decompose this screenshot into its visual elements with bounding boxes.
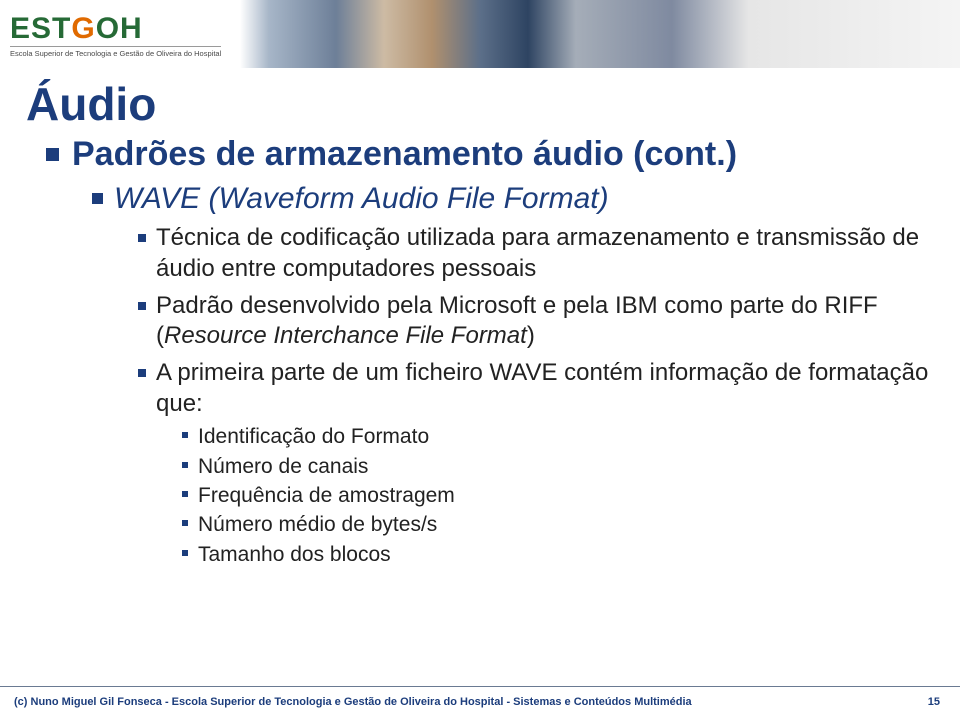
footer-text: (c) Nuno Miguel Gil Fonseca - Escola Sup… xyxy=(14,696,910,708)
bullet-list-level3: Técnica de codificação utilizada para ar… xyxy=(114,223,930,568)
bullet-list-level4: Identificação do Formato Número de canai… xyxy=(156,423,930,567)
bullet-l3-2-text: A primeira parte de um ficheiro WAVE con… xyxy=(156,359,928,417)
logo-g: G xyxy=(71,12,95,45)
logo-suffix: OH xyxy=(96,12,143,45)
bullet-l4: Frequência de amostragem xyxy=(182,482,930,509)
bullet-l3: A primeira parte de um ficheiro WAVE con… xyxy=(138,358,930,568)
slide-title: Áudio xyxy=(26,80,930,128)
bullet-l4: Identificação do Formato xyxy=(182,423,930,450)
bullet-l4-4-text: Tamanho dos blocos xyxy=(198,543,391,566)
bullet-l4-3-text: Número médio de bytes/s xyxy=(198,513,437,536)
bullet-l4-1-text: Número de canais xyxy=(198,455,368,478)
slide: ESTGOH Escola Superior de Tecnologia e G… xyxy=(0,0,960,716)
bullet-list-level2: WAVE (Waveform Audio File Format) Técnic… xyxy=(72,181,930,568)
bullet-l2-text: WAVE (Waveform Audio File Format) xyxy=(114,182,609,215)
bullet-l4: Tamanho dos blocos xyxy=(182,541,930,568)
bullet-l2: WAVE (Waveform Audio File Format) Técnic… xyxy=(92,181,930,568)
bullet-l3: Técnica de codificação utilizada para ar… xyxy=(138,223,930,284)
bullet-l3-0-text: Técnica de codificação utilizada para ar… xyxy=(156,224,919,282)
bullet-l3-1c-text: ) xyxy=(527,322,535,349)
bullet-l1-text: Padrões de armazenamento áudio (cont.) xyxy=(72,135,737,173)
bullet-l1: Padrões de armazenamento áudio (cont.) W… xyxy=(46,134,930,568)
footer: (c) Nuno Miguel Gil Fonseca - Escola Sup… xyxy=(0,686,960,716)
bullet-l4: Número médio de bytes/s xyxy=(182,511,930,538)
bullet-list-level1: Padrões de armazenamento áudio (cont.) W… xyxy=(26,134,930,568)
bullet-l3: Padrão desenvolvido pela Microsoft e pel… xyxy=(138,291,930,352)
bullet-l4-0-text: Identificação do Formato xyxy=(198,425,429,448)
logo: ESTGOH Escola Superior de Tecnologia e G… xyxy=(0,0,227,68)
logo-main: ESTGOH xyxy=(10,14,221,44)
bullet-l3-1b-text: Resource Interchance File Format xyxy=(164,322,527,349)
bullet-l4-2-text: Frequência de amostragem xyxy=(198,484,455,507)
logo-prefix: EST xyxy=(10,12,71,45)
bullet-l4: Número de canais xyxy=(182,453,930,480)
header-banner: ESTGOH Escola Superior de Tecnologia e G… xyxy=(0,0,960,68)
content-area: Áudio Padrões de armazenamento áudio (co… xyxy=(0,72,960,574)
logo-subtext: Escola Superior de Tecnologia e Gestão d… xyxy=(10,46,221,58)
page-number: 15 xyxy=(910,696,946,708)
